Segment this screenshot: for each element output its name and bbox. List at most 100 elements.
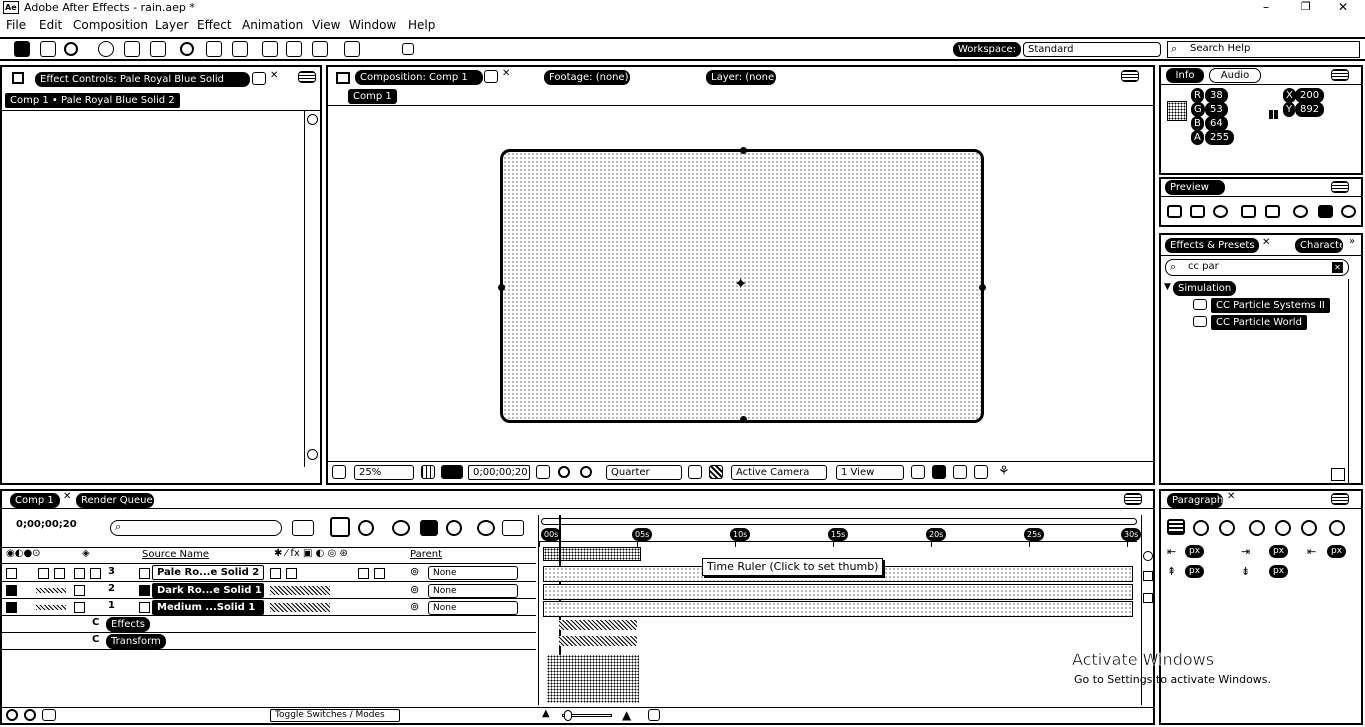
parent-pickwhip-icon[interactable]: ⊚ [410,600,419,613]
layer-shy-icon[interactable] [90,568,101,579]
menu-animation[interactable]: Animation [242,18,303,32]
tab-layer[interactable]: Layer: (none) [706,70,778,85]
workspace-select[interactable]: Standard [1023,42,1161,57]
channel-icon[interactable] [580,466,592,478]
resolution-select[interactable]: Quarter [606,465,682,480]
zoom-slider-thumb[interactable] [564,710,572,721]
pen-tool-icon[interactable] [232,41,248,57]
zoom-out-icon[interactable]: ▲ [542,708,550,719]
work-area-bar[interactable] [541,518,1137,525]
align-center-icon[interactable] [1193,520,1209,536]
column-parent[interactable]: Parent [410,549,442,560]
comp-options-icon[interactable] [1121,70,1139,82]
layer-name[interactable]: Dark Ro...e Solid 1 [152,583,264,598]
camera-tool-icon[interactable] [124,41,140,57]
align-left-icon[interactable] [1167,519,1185,535]
always-preview-icon[interactable] [332,465,346,479]
timeline-icon[interactable] [953,465,967,479]
maximize-button[interactable]: ❐ [1301,0,1311,13]
justify-all-icon[interactable] [1329,520,1345,536]
eraser-tool-icon[interactable] [312,41,328,57]
lock-toggle-icon[interactable] [54,568,65,579]
comp-lock-icon[interactable] [336,72,350,84]
timeline-options-icon[interactable] [1124,493,1142,505]
parent-pickwhip-icon[interactable]: ⊚ [410,583,419,596]
tab-preview[interactable]: Preview [1165,180,1225,195]
play-icon[interactable] [1213,205,1228,218]
tab-info[interactable]: Info [1166,68,1204,83]
effect-item-particle-world[interactable]: CC Particle World [1211,315,1307,330]
sub-property-effects[interactable]: C Effects [2,617,536,633]
menu-effect[interactable]: Effect [197,18,232,32]
grid-icon[interactable] [421,465,435,479]
effects-scrollbar[interactable] [1348,279,1361,483]
canvas-handle-left[interactable] [498,284,505,291]
hide-shy-layers-icon[interactable] [358,520,374,536]
close-timeline-tab-icon[interactable]: ✕ [63,491,71,502]
tab-character[interactable]: Character [1295,238,1343,253]
close-paragraph-tab-icon[interactable]: ✕ [1227,491,1235,502]
region-of-interest-icon[interactable] [688,465,702,479]
space-before-value[interactable]: px [1185,565,1205,578]
transparency-grid-icon[interactable] [709,465,723,479]
space-after-value[interactable]: px [1269,565,1289,578]
zoom-right-icon[interactable] [648,709,660,721]
tab-audio[interactable]: Audio [1209,68,1261,83]
canvas-handle-right[interactable] [979,284,986,291]
previous-frame-icon[interactable] [1190,205,1205,218]
timeline-scroll-icon[interactable] [1143,551,1153,561]
menu-composition[interactable]: Composition [73,18,148,32]
time-ruler[interactable]: 00s 05s 10s 15s 20s 25s 30s [539,515,1142,547]
exposure-icon[interactable]: ⚘ [998,464,1010,479]
indent-first-value[interactable]: px [1327,545,1347,558]
effects-group-label[interactable]: Effects [106,617,150,632]
category-simulation[interactable]: Simulation [1173,281,1237,296]
close-effects-tab-icon[interactable]: ✕ [1262,237,1270,248]
effect-controls-tab[interactable]: Effect Controls: Pale Royal Blue Solid [35,72,250,87]
solo-toggle-icon[interactable] [38,568,49,579]
layer-row[interactable]: 1 Medium ...Solid 1 ⊚ None [2,600,536,616]
align-right-icon[interactable] [1219,520,1235,536]
layer-name[interactable]: Medium ...Solid 1 [152,600,264,615]
toggle-switches-button[interactable]: Toggle Switches / Modes [270,709,400,722]
parent-select[interactable]: None [428,584,518,598]
parent-pickwhip-icon[interactable]: ⊚ [410,565,419,578]
effects-search-field[interactable]: ⌕ cc par ✕ [1165,259,1349,276]
more-tabs-icon[interactable]: » [1349,236,1355,247]
menu-window[interactable]: Window [349,18,396,32]
first-frame-icon[interactable] [1167,205,1182,218]
switch-quality-icon[interactable] [286,568,297,579]
toggle-pixel-icon[interactable] [911,465,925,479]
mask-visibility-icon[interactable] [441,465,463,479]
justify-last-left-icon[interactable] [1249,520,1265,536]
comp-tab-dropdown-icon[interactable] [484,70,498,83]
scrollbar-track[interactable] [304,111,320,467]
layer-row[interactable]: 2 Dark Ro...e Solid 1 ⊚ None [2,583,536,599]
tab-dropdown-icon[interactable] [252,72,266,85]
layer-row[interactable]: 3 Pale Ro...e Solid 2 ⊚ None [2,565,536,582]
last-frame-icon[interactable] [1265,205,1280,218]
active-camera-select[interactable]: Active Camera [731,465,827,480]
work-area-region[interactable] [543,547,641,561]
menu-file[interactable]: File [6,18,26,32]
views-select[interactable]: 1 View [836,465,904,480]
clear-search-icon[interactable]: ✕ [1332,262,1343,273]
timeline-search-field[interactable]: ⌕ [110,520,282,536]
label-color-icon[interactable] [74,585,85,596]
motion-blur-icon[interactable] [420,520,438,536]
scroll-arrow-icon[interactable] [307,114,318,125]
audio-icon[interactable] [1293,205,1308,218]
zoom-in-icon[interactable]: ▲ [622,708,631,722]
visibility-toggle-icon[interactable] [6,568,17,579]
puppet-tool-icon[interactable] [344,41,360,57]
expand-switches-icon[interactable] [6,709,18,721]
layer-bar[interactable] [543,601,1133,617]
tab-paragraph[interactable]: Paragraph [1167,493,1223,508]
switch-fx-icon[interactable] [358,568,369,579]
expand-triangle-icon[interactable]: ▼ [1164,282,1171,292]
info-options-icon[interactable] [1331,69,1349,81]
composition-canvas[interactable]: ✦ [498,147,986,423]
menu-layer[interactable]: Layer [155,18,188,32]
flowchart-icon[interactable] [974,465,988,479]
justify-last-center-icon[interactable] [1275,520,1291,536]
